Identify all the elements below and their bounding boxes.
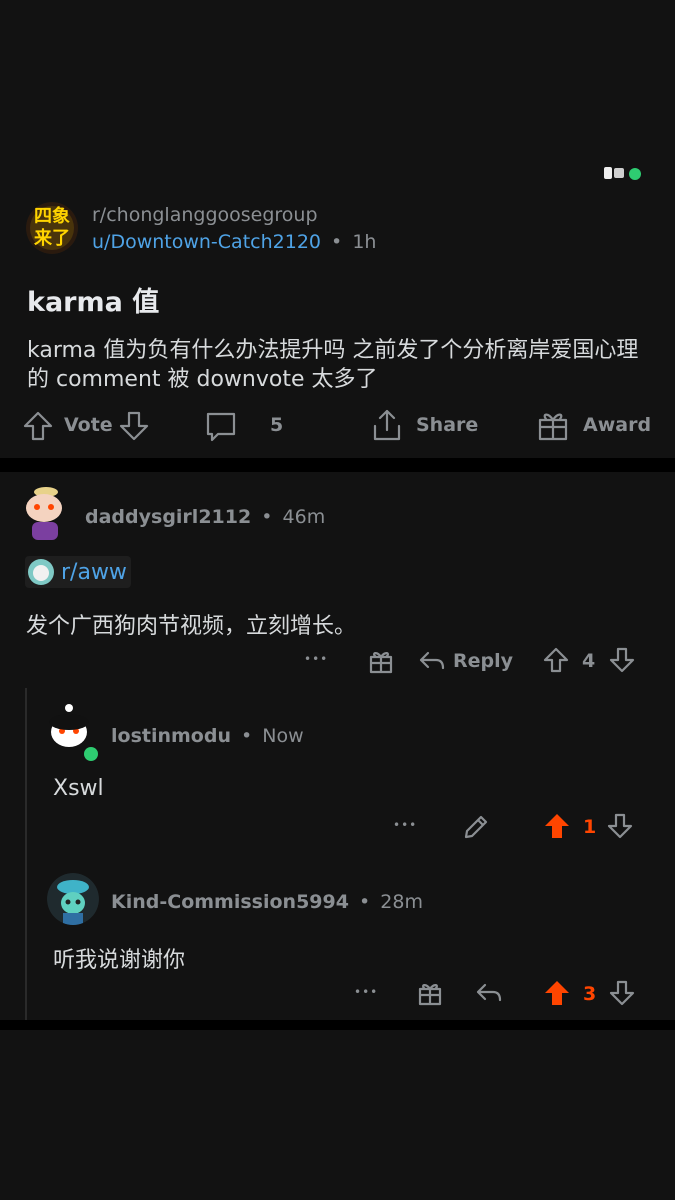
upvote-arrow-icon — [543, 647, 569, 673]
comment-vote-count: 3 — [583, 983, 597, 1005]
top-avatar-partial[interactable] — [598, 165, 642, 181]
award-label[interactable]: Award — [583, 414, 651, 436]
snoo-avatar-icon — [49, 704, 98, 761]
comment-time: 46m — [282, 506, 326, 528]
section-separator — [0, 458, 675, 472]
comment-author[interactable]: Kind-Commission5994 — [111, 891, 349, 913]
comment-upvote-button[interactable] — [543, 979, 571, 1007]
post-body: karma 值为负有什么办法提升吗 之前发了个分析离岸爱国心理的 comment… — [27, 338, 639, 392]
meta-separator: • — [331, 231, 343, 253]
comment-count: 5 — [270, 414, 284, 436]
meta-separator: • — [261, 506, 273, 528]
vote-label: Vote — [64, 414, 113, 436]
comment-upvote-button[interactable] — [543, 812, 571, 840]
chip-link-text: r/aww — [61, 559, 127, 585]
comment-bubble-icon — [206, 412, 236, 442]
comment-meta: daddysgirl2112 • 46m — [85, 506, 325, 528]
pencil-icon — [464, 815, 488, 839]
more-options-button[interactable]: ••• — [354, 985, 378, 999]
comment-time: Now — [262, 725, 304, 747]
comment-vote-count: 4 — [582, 650, 596, 672]
subreddit-name[interactable]: r/chonglanggoosegroup — [92, 204, 318, 226]
post-title[interactable]: karma 值 — [27, 280, 159, 319]
comment-downvote-button[interactable] — [609, 647, 635, 673]
comment-vote-count: 1 — [583, 816, 597, 838]
award-comment-button[interactable] — [417, 980, 443, 1006]
post-downvote-button[interactable] — [118, 410, 150, 442]
more-options-button[interactable]: ••• — [393, 818, 417, 832]
comment-time: 28m — [380, 891, 423, 913]
post-upvote-button[interactable] — [22, 410, 54, 442]
post-time: 1h — [352, 231, 377, 253]
comment-downvote-button[interactable] — [607, 813, 633, 839]
award-comment-button[interactable] — [368, 648, 394, 674]
comments-button[interactable] — [204, 410, 238, 444]
comment-body: 听我说谢谢你 — [53, 948, 186, 973]
post-meta: u/Downtown-Catch2120 • 1h — [92, 231, 376, 253]
thread-line — [25, 688, 27, 1020]
reply-button[interactable] — [475, 980, 503, 1006]
aww-subreddit-icon — [28, 559, 54, 585]
post-author[interactable]: u/Downtown-Catch2120 — [92, 231, 321, 253]
meta-separator: • — [359, 891, 371, 913]
downvote-arrow-icon — [609, 980, 635, 1006]
subreddit-icon-text: 四象来了 — [34, 206, 70, 249]
upvote-arrow-filled-icon — [545, 981, 569, 1005]
downvote-arrow-icon — [119, 411, 149, 441]
comment-avatar[interactable] — [45, 700, 101, 762]
more-options-button[interactable]: ••• — [304, 652, 328, 666]
snoo-avatar-icon — [26, 487, 62, 540]
upvote-arrow-filled-icon — [545, 814, 569, 838]
comment-avatar[interactable] — [20, 482, 72, 542]
comment-avatar[interactable] — [47, 873, 99, 925]
comment-downvote-button[interactable] — [609, 980, 635, 1006]
downvote-arrow-icon — [609, 647, 635, 673]
comment-meta: lostinmodu • Now — [111, 725, 304, 747]
gift-icon — [418, 984, 442, 1006]
gift-icon — [538, 413, 568, 441]
share-label[interactable]: Share — [416, 414, 478, 436]
comment-author[interactable]: daddysgirl2112 — [85, 506, 251, 528]
upvote-arrow-icon — [23, 411, 53, 441]
reply-icon[interactable] — [418, 648, 446, 674]
subreddit-chip[interactable]: r/aww — [25, 556, 131, 588]
subreddit-icon[interactable]: 四象来了 — [26, 202, 78, 254]
comment-body: Xswl — [53, 776, 104, 801]
comment-meta: Kind-Commission5994 • 28m — [111, 891, 423, 913]
award-button[interactable] — [536, 408, 570, 442]
downvote-arrow-icon — [607, 813, 633, 839]
share-icon — [373, 409, 401, 441]
avatar-fragment-icon — [604, 167, 641, 180]
bottom-separator — [0, 1020, 675, 1030]
comment-body: 发个广西狗肉节视频，立刻增长。 — [26, 614, 357, 639]
comment-upvote-button[interactable] — [543, 647, 569, 673]
reply-icon — [476, 983, 502, 1002]
snoo-avatar-icon — [47, 873, 99, 925]
comment-author[interactable]: lostinmodu — [111, 725, 231, 747]
share-button[interactable] — [370, 408, 404, 442]
reply-button[interactable]: Reply — [453, 650, 513, 672]
gift-icon — [369, 652, 393, 674]
edit-button[interactable] — [462, 813, 490, 841]
meta-separator: • — [241, 725, 253, 747]
